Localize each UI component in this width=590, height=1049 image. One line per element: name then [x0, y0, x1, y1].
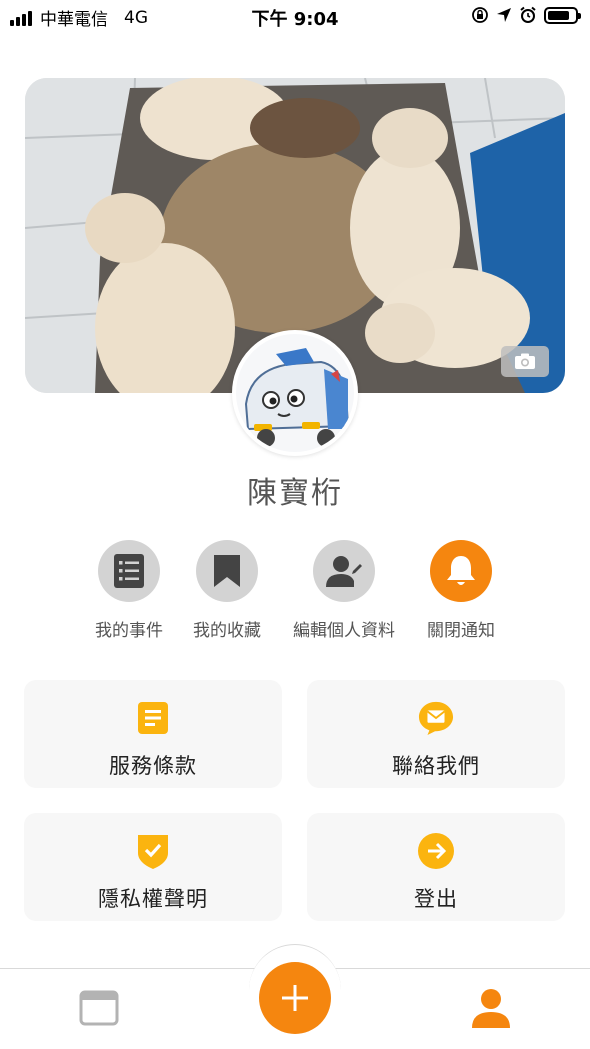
bell-icon	[447, 556, 475, 585]
mail-icon	[418, 701, 454, 736]
alarm-icon	[520, 6, 536, 23]
my-favorites-circle	[196, 540, 258, 602]
edit-user-icon	[326, 556, 362, 587]
location-icon	[497, 8, 511, 22]
add-icon	[282, 985, 308, 1011]
user-name: 陳寶桁	[247, 476, 343, 511]
edit-profile-label: 編輯個人資料	[293, 621, 395, 641]
change-cover-button[interactable]	[501, 346, 549, 377]
disable-notifications-circle	[430, 540, 492, 602]
logout-card[interactable]: 登出	[307, 813, 565, 921]
battery-fill	[548, 10, 569, 20]
my-favorites-button[interactable]: 我的收藏	[162, 540, 292, 641]
avatar[interactable]	[232, 330, 358, 456]
privacy-policy-card[interactable]: 隱私權聲明	[24, 813, 282, 921]
privacy-label: 隱私權聲明	[98, 887, 208, 911]
my-favorites-label: 我的收藏	[193, 621, 261, 641]
status-bar: 中華電信 4G 下午 9:04	[0, 0, 590, 34]
shield-check-icon	[138, 835, 168, 869]
terms-of-service-card[interactable]: 服務條款	[24, 680, 282, 788]
bookmark-icon	[214, 555, 240, 587]
user-icon	[472, 989, 510, 1028]
terms-icon-wrap	[135, 700, 171, 736]
document-icon	[138, 702, 168, 734]
contact-us-card[interactable]: 聯絡我們	[307, 680, 565, 788]
list-icon	[114, 554, 144, 588]
rotation-lock-icon	[472, 7, 488, 23]
logout-icon-wrap	[418, 833, 454, 869]
car-avatar-illustration	[236, 334, 354, 452]
browser-icon	[79, 990, 119, 1026]
edit-profile-button[interactable]: 編輯個人資料	[279, 540, 409, 641]
camera-icon	[515, 353, 535, 369]
quick-actions: 我的事件 我的收藏 編輯個人資料 關閉通知	[0, 540, 590, 641]
tab-browse[interactable]	[79, 990, 119, 1026]
contact-icon-wrap	[418, 700, 454, 736]
logout-label: 登出	[414, 887, 458, 911]
status-right	[471, 6, 581, 24]
battery-icon	[544, 6, 581, 24]
my-events-circle	[98, 540, 160, 602]
privacy-icon-wrap	[135, 833, 171, 869]
arrow-right-icon	[418, 833, 454, 869]
tab-profile[interactable]	[470, 988, 512, 1028]
disable-notifications-button[interactable]: 關閉通知	[396, 540, 526, 641]
terms-label: 服務條款	[109, 754, 197, 778]
edit-profile-circle	[313, 540, 375, 602]
add-button[interactable]	[259, 962, 331, 1034]
contact-label: 聯絡我們	[392, 754, 480, 778]
disable-notifications-label: 關閉通知	[427, 621, 495, 641]
